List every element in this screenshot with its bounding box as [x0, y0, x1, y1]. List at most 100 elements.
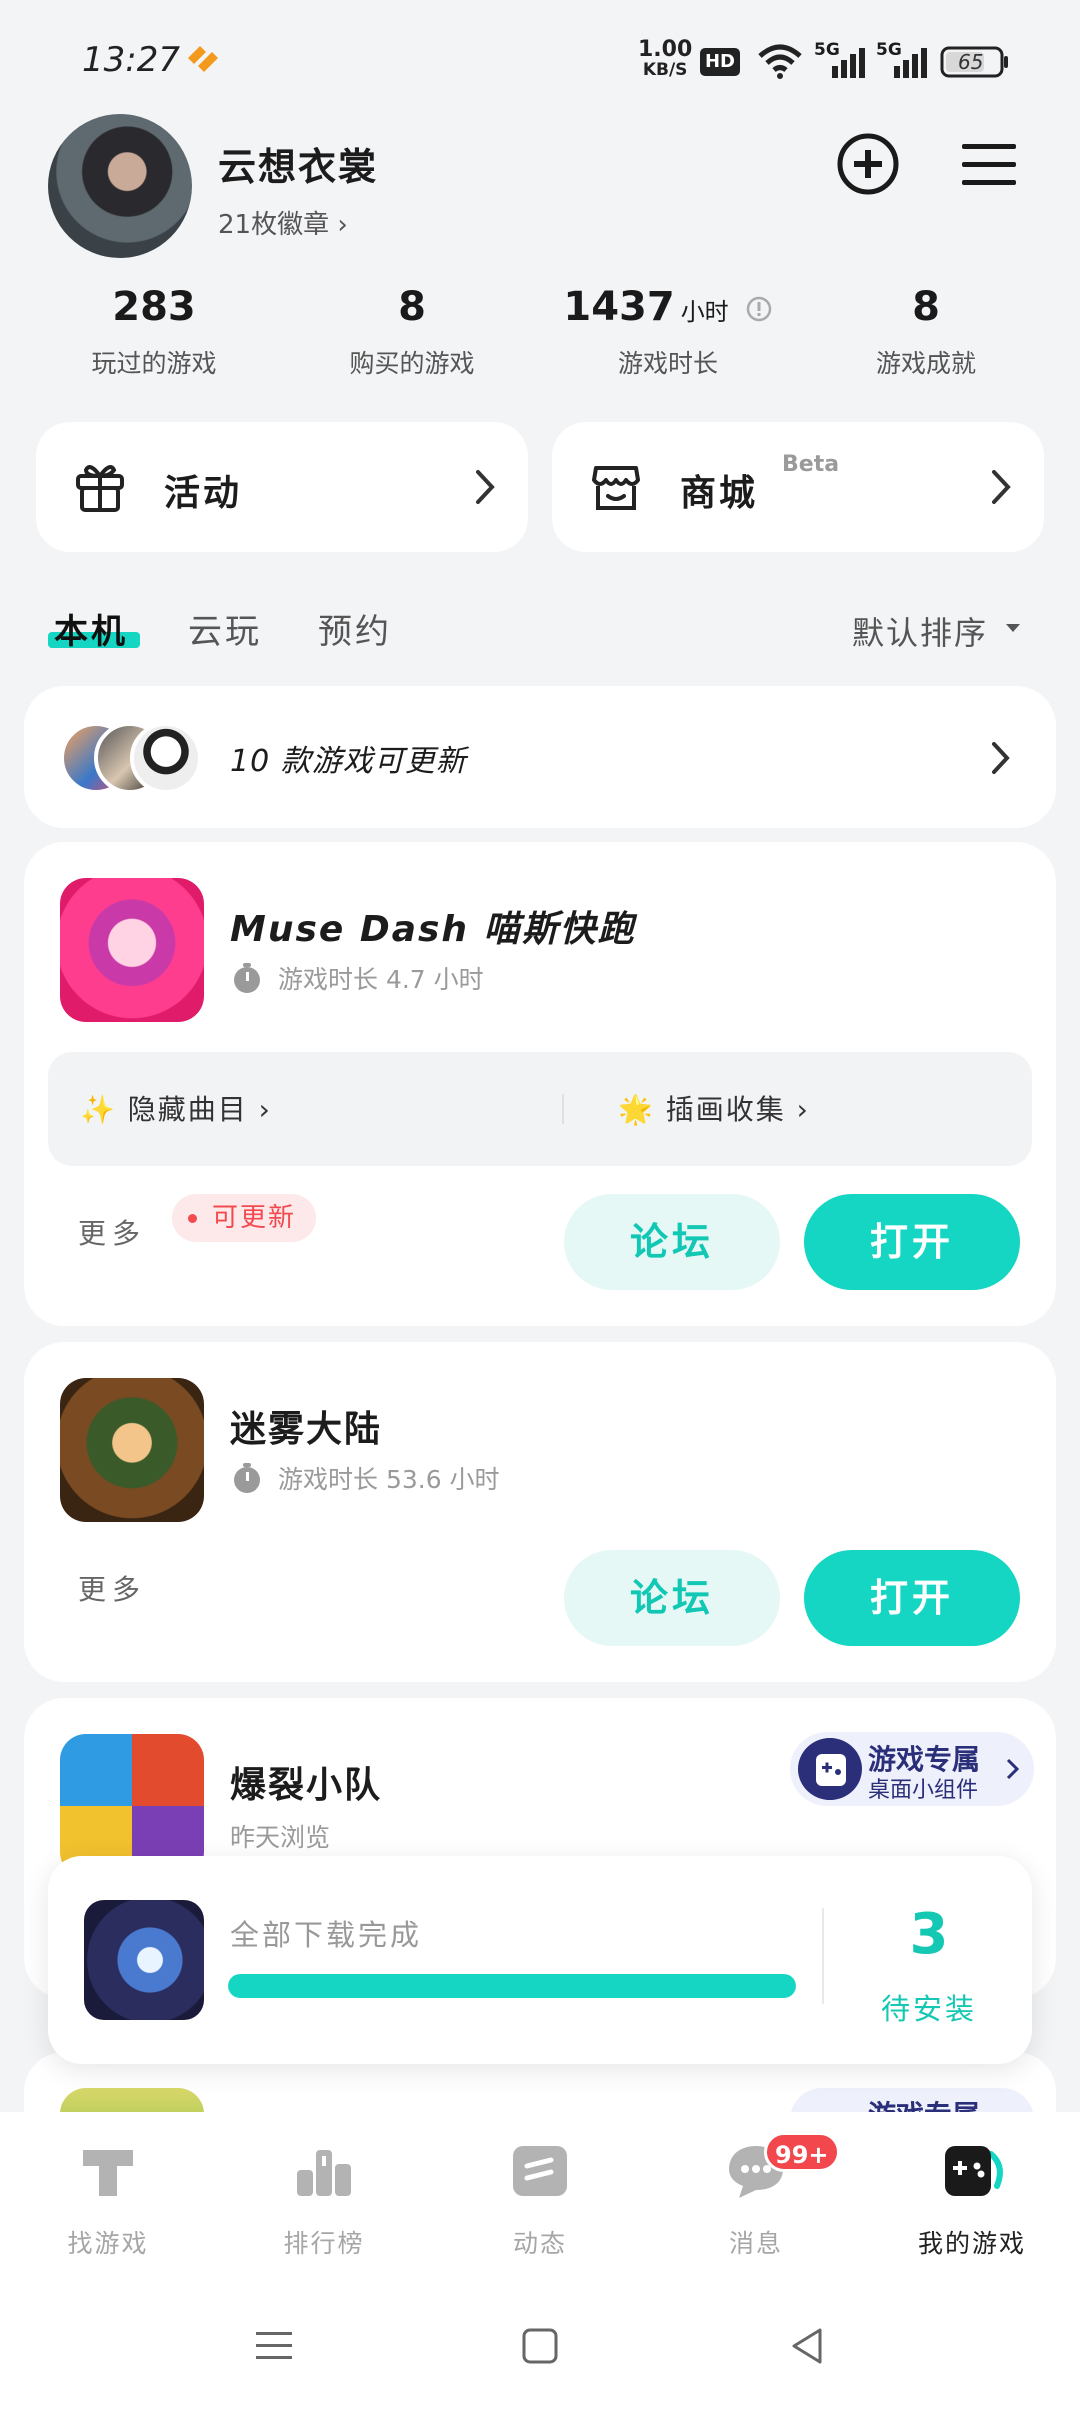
tip-hidden-tracks[interactable]: ✨ 隐藏曲目 › [80, 1088, 272, 1128]
download-progress-bar [228, 1974, 796, 1998]
pending-install-label[interactable]: 待安装 [826, 1986, 1032, 2028]
mall-label: 商城 [680, 473, 759, 514]
stat-played-games[interactable]: 283 玩过的游戏 [34, 284, 274, 380]
open-button[interactable]: 打开 [804, 1550, 1020, 1646]
status-bar: 13:27 1.00 KB/S HD 5G 5G 65 [0, 0, 1080, 120]
update-count-text: 10 款游戏可更新 [230, 744, 467, 779]
game-card-mist-continent[interactable]: 迷雾大陆 游戏时长 53.6 小时 更多 论坛 打开 [24, 1342, 1056, 1682]
update-banner[interactable]: 10 款游戏可更新 [24, 686, 1056, 828]
chevron-right-icon [992, 470, 1011, 504]
game-icon[interactable] [60, 878, 204, 1022]
nav-label: 动态 [512, 2229, 567, 2258]
stat-value: 1437 小时 [548, 284, 788, 330]
game-last-viewed: 昨天浏览 [230, 1823, 331, 1852]
activity-card[interactable]: 活动 [36, 422, 528, 552]
more-link[interactable]: 更多 [78, 1212, 146, 1252]
sort-dropdown[interactable]: 默认排序 [852, 608, 988, 654]
signal-icon: 5G [814, 40, 866, 80]
signal-icon: 5G [876, 40, 928, 80]
open-button[interactable]: 打开 [804, 1194, 1020, 1290]
tip-divider [562, 1094, 564, 1124]
tab-reserve[interactable]: 预约 [318, 604, 392, 653]
network-speed: 1.00 KB/S [638, 37, 693, 81]
recent-apps-icon[interactable] [252, 2324, 296, 2368]
forum-button[interactable]: 论坛 [564, 1194, 780, 1290]
stat-label: 购买的游戏 [349, 349, 475, 378]
chevron-right-icon [1006, 1758, 1020, 1780]
game-playtime: 游戏时长 53.6 小时 [230, 1460, 500, 1496]
stat-achievements[interactable]: 8 游戏成就 [806, 284, 1046, 380]
status-time: 13:27 [82, 40, 180, 80]
stat-value: 283 [112, 284, 196, 330]
nav-label: 消息 [728, 2229, 783, 2258]
mall-card[interactable]: 商城 Beta [552, 422, 1044, 552]
widget-subtitle: 桌面小组件 [868, 1778, 979, 1803]
download-progress-fill [228, 1974, 796, 1998]
battery-icon: 65 [940, 46, 1010, 78]
tab-cloud[interactable]: 云玩 [188, 604, 262, 653]
game-title[interactable]: 迷雾大陆 [230, 1400, 382, 1452]
nav-label: 排行榜 [283, 2229, 365, 2258]
store-icon [592, 466, 640, 510]
add-circle-icon[interactable] [836, 132, 900, 196]
pending-install-count[interactable]: 3 [826, 1902, 1032, 1967]
nav-feed[interactable]: 动态 [432, 2136, 648, 2260]
stat-value: 8 [912, 284, 940, 330]
game-tips: ✨ 隐藏曲目 › 🌟 插画收集 › [48, 1052, 1032, 1166]
nav-find-games[interactable]: 找游戏 [0, 2136, 216, 2260]
nav-ranking[interactable]: 排行榜 [216, 2136, 432, 2260]
system-navigation-bar [0, 2282, 1080, 2412]
stat-value: 8 [398, 284, 426, 330]
nav-messages[interactable]: 99+ 消息 [648, 2132, 864, 2260]
game-playtime: 游戏时长 4.7 小时 [230, 960, 484, 996]
game-title[interactable]: Muse Dash 喵斯快跑 [230, 900, 636, 952]
activity-label: 活动 [164, 473, 243, 514]
menu-icon[interactable] [960, 140, 1018, 190]
feed-icon [513, 2146, 567, 2196]
stat-label: 游戏时长 [617, 349, 718, 378]
bottom-navigation: 找游戏 排行榜 动态 99+ 消息 我的游戏 [0, 2112, 1080, 2282]
stat-bought-games[interactable]: 8 购买的游戏 [292, 284, 532, 380]
game-icon [84, 1900, 204, 2020]
game-thumbnail [130, 722, 202, 794]
my-games-icon [945, 2146, 1003, 2196]
more-link[interactable]: 更多 [78, 1568, 146, 1608]
avatar[interactable] [48, 114, 192, 258]
game-icon[interactable] [60, 1378, 204, 1522]
find-games-icon [83, 2150, 133, 2196]
username[interactable]: 云想衣裳 [218, 136, 378, 191]
game-title[interactable]: 爆裂小队 [230, 1756, 382, 1808]
ranking-icon [297, 2150, 351, 2196]
chevron-right-icon [992, 742, 1010, 774]
tab-local[interactable]: 本机 [54, 604, 128, 653]
stopwatch-icon [234, 963, 260, 993]
message-count-badge: 99+ [764, 2132, 840, 2172]
nav-my-games[interactable]: 我的游戏 [864, 2136, 1080, 2260]
hd-icon: HD [700, 48, 740, 76]
nav-label: 找游戏 [67, 2229, 149, 2258]
stat-label: 玩过的游戏 [91, 349, 217, 378]
update-thumbnails [60, 722, 202, 794]
download-status-text: 全部下载完成 [230, 1918, 423, 1952]
tip-illustrations[interactable]: 🌟 插画收集 › [618, 1088, 810, 1128]
stopwatch-icon [234, 1463, 260, 1493]
desktop-widget-button[interactable]: 游戏专属 桌面小组件 [790, 1732, 1034, 1806]
caret-down-icon[interactable] [1004, 622, 1022, 634]
chevron-right-icon [476, 470, 495, 504]
divider [822, 1908, 824, 2004]
beta-badge: Beta [782, 452, 840, 477]
forum-button[interactable]: 论坛 [564, 1550, 780, 1646]
stat-label: 游戏成就 [875, 349, 976, 378]
app-logo-icon [188, 46, 218, 72]
nav-label: 我的游戏 [917, 2229, 1026, 2258]
game-card-muse-dash[interactable]: Muse Dash 喵斯快跑 游戏时长 4.7 小时 ✨ 隐藏曲目 › 🌟 插画… [24, 842, 1056, 1326]
update-badge: 可更新 [172, 1194, 316, 1242]
back-icon[interactable] [786, 2324, 830, 2368]
badges-link[interactable]: 21枚徽章 › [218, 204, 348, 241]
home-icon[interactable] [518, 2324, 562, 2368]
info-icon[interactable] [745, 295, 773, 323]
stat-play-time[interactable]: 1437 小时 游戏时长 [548, 284, 788, 380]
wifi-icon [758, 44, 802, 79]
gift-icon [76, 465, 124, 512]
download-status-card[interactable]: 全部下载完成 3 待安装 [48, 1856, 1032, 2064]
